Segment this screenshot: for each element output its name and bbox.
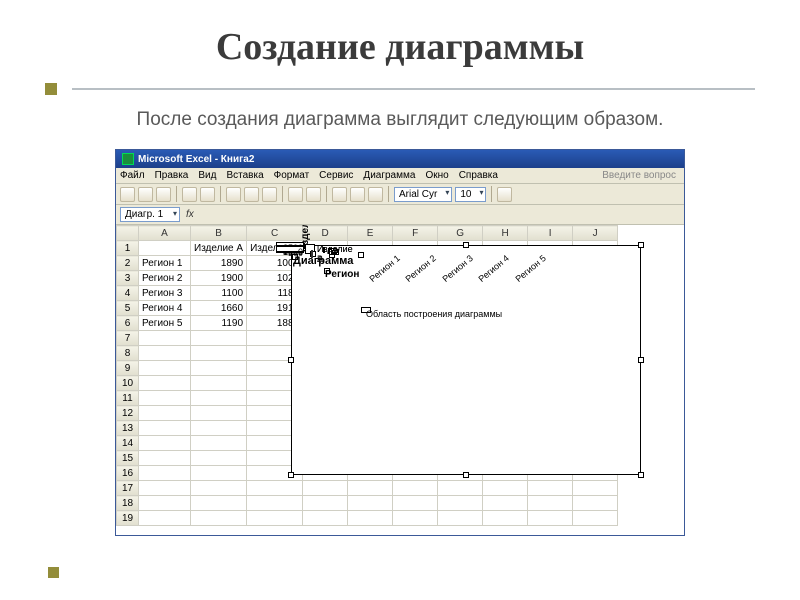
formula-bar: Диагр. 1 fx bbox=[116, 205, 684, 225]
menu-help[interactable]: Справка bbox=[459, 170, 498, 181]
table-row[interactable]: 18 bbox=[117, 496, 618, 511]
font-size-select[interactable]: 10 bbox=[455, 187, 486, 202]
new-button[interactable] bbox=[120, 187, 135, 202]
excel-icon bbox=[122, 153, 134, 165]
menu-window[interactable]: Окно bbox=[425, 170, 448, 181]
copy-button[interactable] bbox=[244, 187, 259, 202]
sort-desc-button[interactable] bbox=[350, 187, 365, 202]
redo-button[interactable] bbox=[306, 187, 321, 202]
menu-insert[interactable]: Вставка bbox=[226, 170, 263, 181]
menu-chart[interactable]: Диаграмма bbox=[363, 170, 415, 181]
col-E[interactable]: E bbox=[348, 226, 393, 241]
preview-button[interactable] bbox=[200, 187, 215, 202]
chart-object[interactable]: Диаграмма Изделие 2500 2000 1500 1000 50… bbox=[291, 245, 641, 475]
print-button[interactable] bbox=[182, 187, 197, 202]
excel-window: Microsoft Excel - Книга2 Файл Правка Вид… bbox=[115, 149, 685, 536]
fx-icon[interactable]: fx bbox=[186, 209, 194, 220]
save-button[interactable] bbox=[156, 187, 171, 202]
col-H[interactable]: H bbox=[483, 226, 528, 241]
titlebar[interactable]: Microsoft Excel - Книга2 bbox=[116, 150, 684, 168]
col-J[interactable]: J bbox=[573, 226, 618, 241]
chart-legend[interactable]: Изделие А Изделие В bbox=[305, 244, 315, 254]
menu-file[interactable]: Файл bbox=[120, 170, 145, 181]
help-hint[interactable]: Введите вопрос bbox=[602, 170, 680, 181]
col-B[interactable]: B bbox=[191, 226, 247, 241]
x-ticks: Регион 1 Регион 2 Регион 3 Регион 4 Реги… bbox=[358, 252, 364, 258]
legend-swatch-b bbox=[311, 250, 313, 258]
standard-toolbar: Arial Cyr 10 bbox=[116, 184, 684, 205]
legend-label-b: Изделие В bbox=[317, 244, 353, 264]
undo-button[interactable] bbox=[288, 187, 303, 202]
name-box[interactable]: Диагр. 1 bbox=[120, 207, 180, 222]
chart-xlabel[interactable]: Регион bbox=[324, 268, 330, 274]
title-rule bbox=[45, 83, 755, 95]
menu-format[interactable]: Формат bbox=[274, 170, 310, 181]
cut-button[interactable] bbox=[226, 187, 241, 202]
col-G[interactable]: G bbox=[438, 226, 483, 241]
col-C[interactable]: C bbox=[247, 226, 303, 241]
open-button[interactable] bbox=[138, 187, 153, 202]
menu-view[interactable]: Вид bbox=[198, 170, 216, 181]
slide-bullet-icon bbox=[48, 567, 59, 578]
bold-button[interactable] bbox=[497, 187, 512, 202]
menu-edit[interactable]: Правка bbox=[155, 170, 189, 181]
table-row[interactable]: 17 bbox=[117, 481, 618, 496]
paste-button[interactable] bbox=[262, 187, 277, 202]
col-I[interactable]: I bbox=[528, 226, 573, 241]
col-F[interactable]: F bbox=[393, 226, 438, 241]
sort-asc-button[interactable] bbox=[332, 187, 347, 202]
table-row[interactable]: 19 bbox=[117, 511, 618, 526]
slide-subtitle: После создания диаграмма выглядит следую… bbox=[45, 109, 755, 131]
menubar: Файл Правка Вид Вставка Формат Сервис Ди… bbox=[116, 168, 684, 184]
worksheet-area[interactable]: A B C D E F G H I J 1 Изделие А Изделие … bbox=[116, 225, 684, 535]
select-all[interactable] bbox=[117, 226, 139, 241]
menu-tools[interactable]: Сервис bbox=[319, 170, 353, 181]
font-name-select[interactable]: Arial Cyr bbox=[394, 187, 452, 202]
slide-title: Создание диаграммы bbox=[45, 25, 755, 69]
col-A[interactable]: A bbox=[139, 226, 191, 241]
chart-wizard-button[interactable] bbox=[368, 187, 383, 202]
chart-tooltip: Область построения диаграммы bbox=[361, 307, 371, 313]
window-title: Microsoft Excel - Книга2 bbox=[138, 154, 254, 165]
